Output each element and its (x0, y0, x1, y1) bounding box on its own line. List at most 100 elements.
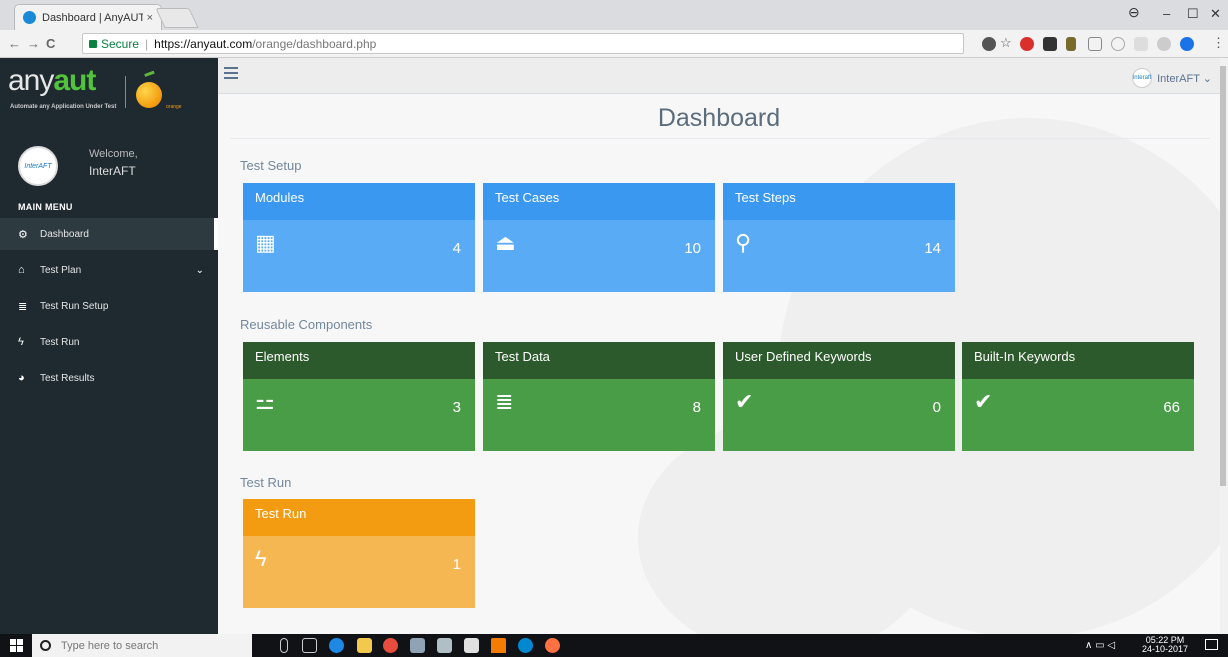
extension-icon[interactable] (1111, 37, 1125, 51)
main-menu-heading: MAIN MENU (18, 202, 73, 212)
user-dropdown[interactable]: interaft InterAFT ⌄ (1132, 68, 1212, 88)
minimize-button[interactable]: – (1163, 6, 1170, 21)
browser-tabbar: Dashboard | AnyAUT × ⊖ – ☐ ✕ (0, 0, 1228, 30)
card-count: 10 (684, 240, 701, 257)
forward-button[interactable]: → (27, 36, 40, 51)
check-circle-icon: ✔ (974, 389, 993, 414)
home-icon: ⌂ (18, 264, 25, 276)
card-title: Test Data (483, 342, 715, 379)
site-favicon-icon (23, 11, 36, 24)
sidebar: anyaut Automate any Application Under Te… (0, 58, 218, 634)
extension-icon[interactable] (1066, 37, 1076, 51)
steam-icon: ⚲ (735, 230, 752, 255)
microphone-icon[interactable] (280, 638, 288, 653)
logo-tagline: Automate any Application Under Test (10, 104, 117, 110)
browser-tab[interactable]: Dashboard | AnyAUT × (14, 4, 162, 30)
orange-logo-icon (136, 82, 162, 108)
firefox-icon[interactable] (545, 638, 560, 653)
profile-icon[interactable]: ⊖ (1128, 4, 1140, 21)
taskbar-search-input[interactable]: Type here to search (32, 634, 252, 657)
test-run-card[interactable]: Test Run ϟ 1 (243, 499, 475, 608)
bookmark-star-icon[interactable]: ☆ (1000, 35, 1014, 50)
windows-taskbar: Type here to search ∧ ▭ ◁ 05:22 PM 24-10… (0, 634, 1228, 657)
back-button[interactable]: ← (8, 36, 21, 51)
browser-toolbar: ← → C Secure | https://anyaut.com /orang… (0, 30, 1228, 58)
section-title-test-run: Test Run (240, 475, 292, 490)
url-host: https://anyaut.com (154, 36, 253, 51)
tab-title: Dashboard | AnyAUT (42, 11, 143, 24)
card-count: 66 (1163, 399, 1180, 416)
modules-card[interactable]: Modules ▦ 4 (243, 183, 475, 292)
extension-icon[interactable] (1180, 37, 1194, 51)
clock[interactable]: 05:22 PM 24-10-2017 (1142, 636, 1188, 654)
main-content: interaft InterAFT ⌄ Dashboard Test Setup… (218, 58, 1220, 634)
app-icon[interactable] (410, 638, 425, 653)
reload-button[interactable]: C (46, 36, 55, 51)
sidebar-item-test-run[interactable]: ϟ Test Run (0, 326, 218, 358)
extension-b-icon[interactable] (1043, 37, 1057, 51)
gears-icon: ⚙ (18, 228, 28, 241)
menu-toggle-icon[interactable] (224, 67, 238, 79)
card-title: Elements (243, 342, 475, 379)
building-icon: ▦ (255, 230, 276, 255)
elements-card[interactable]: Elements ⚍ 3 (243, 342, 475, 451)
welcome-text: Welcome, (89, 148, 138, 160)
test-cases-card[interactable]: Test Cases ⏏ 10 (483, 183, 715, 292)
card-count: 0 (932, 399, 941, 416)
scrollbar-thumb[interactable] (1220, 66, 1226, 486)
test-steps-card[interactable]: Test Steps ⚲ 14 (723, 183, 955, 292)
bolt-icon: ϟ (255, 546, 267, 571)
card-title: Built-In Keywords (962, 342, 1194, 379)
user-defined-keywords-card[interactable]: User Defined Keywords ✔ 0 (723, 342, 955, 451)
close-window-button[interactable]: ✕ (1210, 6, 1221, 22)
lock-icon (89, 39, 97, 48)
calculator-icon[interactable] (464, 638, 479, 653)
card-title: Test Cases (483, 183, 715, 220)
windows-start-icon[interactable] (10, 639, 23, 652)
avatar: InterAFT (18, 146, 58, 186)
browser-menu-icon[interactable]: ⋮ (1212, 35, 1225, 51)
card-count: 8 (692, 399, 701, 416)
chrome-icon[interactable] (383, 638, 398, 653)
paint-icon[interactable] (437, 638, 452, 653)
top-nav: interaft InterAFT ⌄ (218, 58, 1220, 94)
card-title: User Defined Keywords (723, 342, 955, 379)
signpost-icon: ⚍ (255, 389, 275, 414)
card-title: Test Run (243, 499, 475, 536)
file-explorer-icon[interactable] (357, 638, 372, 653)
sidebar-item-dashboard[interactable]: ⚙ Dashboard (0, 218, 218, 250)
card-count: 4 (452, 240, 461, 257)
adblock-icon[interactable] (1020, 37, 1034, 51)
card-title: Modules (243, 183, 475, 220)
database-icon: ≣ (18, 300, 28, 313)
maximize-button[interactable]: ☐ (1187, 6, 1199, 22)
system-tray-icons[interactable]: ∧ ▭ ◁ (1085, 640, 1115, 651)
task-view-icon[interactable] (302, 638, 317, 653)
card-count: 14 (924, 240, 941, 257)
cortana-icon (40, 640, 51, 651)
app-logo[interactable]: anyaut Automate any Application Under Te… (6, 62, 212, 116)
vlc-icon[interactable] (491, 638, 506, 653)
skype-icon[interactable] (518, 638, 533, 653)
extension-icon[interactable] (1134, 37, 1148, 51)
sidebar-item-test-plan[interactable]: ⌂ Test Plan ⌄ (0, 254, 218, 286)
extension-icon[interactable] (1157, 37, 1171, 51)
tab-close-icon[interactable]: × (147, 12, 153, 24)
notification-icon[interactable] (1205, 639, 1218, 650)
username: InterAFT (89, 164, 136, 178)
pie-chart-icon: ◕ (18, 372, 25, 384)
sidebar-item-test-run-setup[interactable]: ≣ Test Run Setup (0, 290, 218, 322)
avatar: interaft (1132, 68, 1153, 88)
address-bar[interactable]: Secure | https://anyaut.com /orange/dash… (82, 33, 964, 54)
test-data-card[interactable]: Test Data ≣ 8 (483, 342, 715, 451)
extension-icon[interactable] (982, 37, 996, 51)
sidebar-item-test-results[interactable]: ◕ Test Results (0, 362, 218, 394)
edge-icon[interactable] (329, 638, 344, 653)
check-circle-icon: ✔ (735, 389, 754, 414)
url-path: /orange/dashboard.php (252, 36, 377, 51)
page-scrollbar[interactable] (1220, 58, 1228, 634)
built-in-keywords-card[interactable]: Built-In Keywords ✔ 66 (962, 342, 1194, 451)
extension-icon[interactable] (1088, 37, 1102, 51)
card-count: 3 (452, 399, 461, 416)
section-title-reusable-components: Reusable Components (240, 317, 373, 332)
